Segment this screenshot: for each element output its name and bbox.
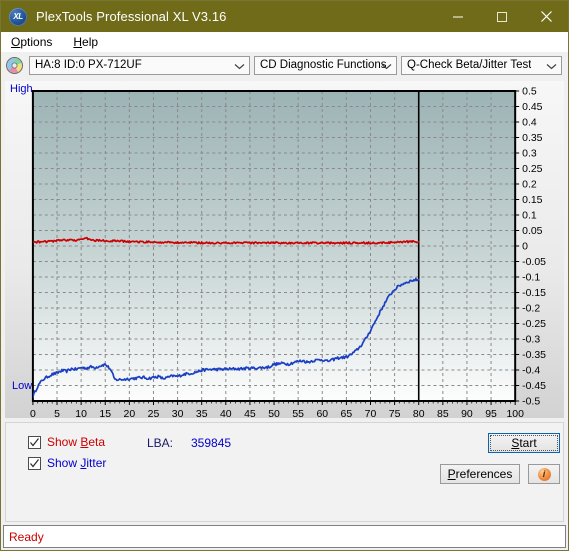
info-button[interactable]: i — [528, 464, 560, 484]
svg-text:-0.25: -0.25 — [522, 319, 546, 330]
svg-text:0.3: 0.3 — [522, 149, 537, 160]
show-beta-accel: B — [80, 435, 89, 449]
svg-text:0.1: 0.1 — [522, 211, 537, 222]
status-bar: Ready — [3, 525, 566, 548]
svg-text:-0.35: -0.35 — [522, 350, 546, 361]
svg-text:50: 50 — [268, 409, 280, 418]
svg-text:85: 85 — [437, 409, 449, 418]
svg-text:75: 75 — [389, 409, 401, 418]
svg-text:45: 45 — [244, 409, 256, 418]
svg-text:95: 95 — [485, 409, 497, 418]
show-beta-checkbox[interactable]: Show Beta — [28, 435, 105, 449]
menu-options[interactable]: Options — [9, 35, 54, 49]
svg-text:0: 0 — [30, 409, 36, 418]
svg-text:0.05: 0.05 — [522, 226, 543, 237]
window-title: PlexTools Professional XL V3.16 — [36, 9, 227, 24]
svg-text:0.5: 0.5 — [522, 87, 537, 98]
close-icon — [540, 11, 552, 22]
status-text: Ready — [9, 529, 44, 544]
start-accel: S — [511, 436, 520, 450]
maximize-button[interactable] — [480, 1, 524, 32]
checkbox-box — [28, 435, 41, 449]
close-button[interactable] — [524, 1, 568, 32]
menu-bar: Options Help — [1, 32, 568, 52]
svg-text:0.25: 0.25 — [522, 164, 543, 175]
title-bar: XL PlexTools Professional XL V3.16 — [1, 1, 568, 32]
svg-text:-0.45: -0.45 — [522, 381, 546, 392]
svg-text:90: 90 — [461, 409, 473, 418]
menu-help-accel: H — [73, 35, 83, 49]
svg-text:0: 0 — [522, 242, 528, 253]
svg-text:65: 65 — [341, 409, 353, 418]
svg-text:100: 100 — [506, 409, 524, 418]
lba-label: LBA: — [147, 436, 174, 450]
test-select[interactable]: Q-Check Beta/Jitter Test — [401, 55, 562, 76]
toolbar: HA:8 ID:0 PX-712UF CD Diagnostic Functio… — [1, 52, 568, 78]
preferences-button[interactable]: Preferences — [440, 464, 520, 484]
check-icon — [30, 458, 39, 467]
svg-text:25: 25 — [148, 409, 160, 418]
test-select-value: Q-Check Beta/Jitter Test — [407, 59, 532, 71]
svg-text:40: 40 — [220, 409, 232, 418]
window-buttons — [436, 1, 568, 32]
svg-text:-0.5: -0.5 — [522, 397, 540, 408]
svg-text:-0.05: -0.05 — [522, 257, 546, 268]
show-beta-row: Show Beta — [28, 435, 105, 449]
show-jitter-label: Show Jitter — [47, 456, 107, 470]
show-jitter-row: Show Jitter — [28, 456, 106, 470]
svg-text:0.2: 0.2 — [522, 180, 537, 191]
chevron-down-icon — [381, 57, 392, 76]
menu-options-label: ptions — [20, 35, 53, 49]
chart-panel: High Low 0.5 0.45 0.4 0.35 0.3 0.25 0.2 0.15 0.1… — [5, 81, 564, 418]
svg-text:70: 70 — [365, 409, 377, 418]
svg-text:60: 60 — [316, 409, 328, 418]
app-window: XL PlexTools Professional XL V3.16 Optio… — [0, 0, 569, 551]
svg-text:15: 15 — [99, 409, 111, 418]
show-jitter-checkbox[interactable]: Show Jitter — [28, 456, 106, 470]
checkbox-box — [28, 456, 41, 470]
svg-text:-0.2: -0.2 — [522, 304, 540, 315]
svg-text:-0.15: -0.15 — [522, 288, 546, 299]
svg-text:80: 80 — [413, 409, 425, 418]
svg-text:-0.4: -0.4 — [522, 366, 540, 377]
menu-help[interactable]: Help — [71, 35, 100, 49]
svg-text:0.45: 0.45 — [522, 102, 543, 113]
start-button-inner: Start — [490, 435, 558, 451]
disc-icon — [6, 56, 23, 74]
chevron-down-icon — [234, 57, 245, 76]
show-beta-label: Show Beta — [47, 435, 106, 449]
drive-select-value: HA:8 ID:0 PX-712UF — [35, 59, 142, 71]
minimize-icon — [453, 16, 463, 17]
svg-text:30: 30 — [172, 409, 184, 418]
function-select[interactable]: CD Diagnostic Functions — [254, 55, 397, 76]
svg-text:55: 55 — [292, 409, 304, 418]
svg-text:35: 35 — [196, 409, 208, 418]
minimize-button[interactable] — [436, 1, 480, 32]
svg-text:5: 5 — [54, 409, 60, 418]
svg-text:0.15: 0.15 — [522, 195, 543, 206]
svg-text:0.4: 0.4 — [522, 118, 537, 129]
maximize-icon — [497, 11, 507, 22]
function-select-value: CD Diagnostic Functions — [260, 59, 387, 71]
check-icon — [30, 437, 39, 446]
show-jitter-accel: J — [80, 456, 87, 470]
xl-app-icon: XL — [9, 7, 27, 26]
start-button[interactable]: Start — [488, 433, 560, 453]
svg-text:-0.1: -0.1 — [522, 273, 540, 284]
chevron-down-icon — [546, 57, 557, 76]
svg-text:10: 10 — [75, 409, 87, 418]
lba-value: 359845 — [191, 436, 232, 450]
menu-help-label: elp — [82, 35, 99, 49]
svg-text:0.35: 0.35 — [522, 133, 543, 144]
info-icon: i — [537, 467, 551, 481]
drive-select[interactable]: HA:8 ID:0 PX-712UF — [29, 55, 250, 76]
preferences-label: Preferences — [447, 467, 513, 481]
menu-options-accel: O — [11, 35, 21, 49]
svg-text:20: 20 — [124, 409, 136, 418]
svg-text:-0.3: -0.3 — [522, 335, 540, 346]
beta-jitter-plot: 0.5 0.45 0.4 0.35 0.3 0.25 0.2 0.15 0.1 0.05 0 -0.0… — [30, 87, 546, 418]
controls-panel: Show Beta Show Jitter LBA: 359845 Start … — [5, 422, 564, 522]
preferences-accel: P — [447, 467, 456, 481]
